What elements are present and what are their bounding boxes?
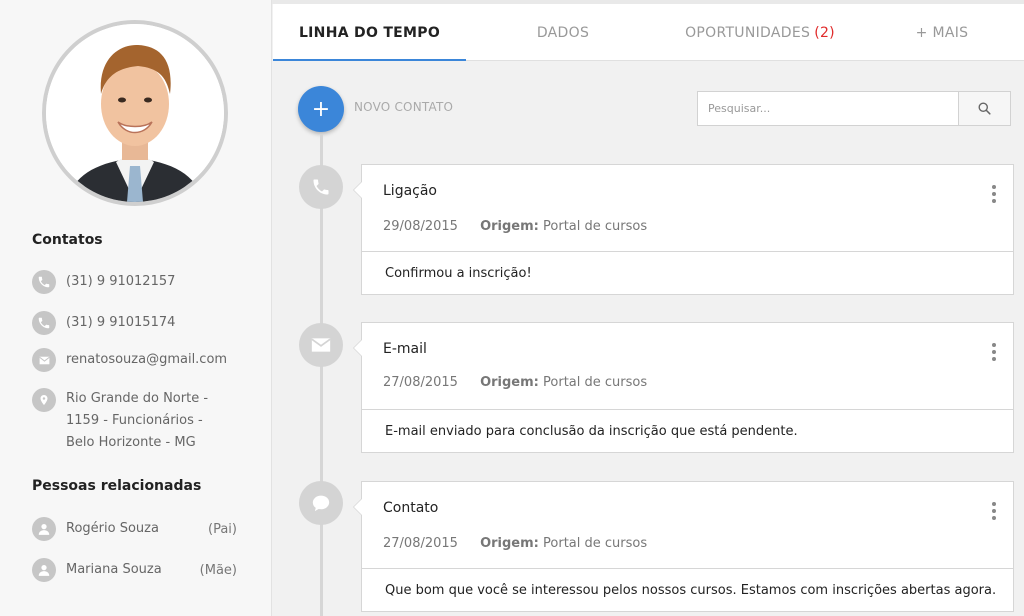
card-title: E-mail [383,341,427,357]
contact-email[interactable]: renatosouza@gmail.com [32,348,227,372]
location-pin-icon [32,388,56,412]
person-relation: (Pai) [208,521,237,537]
phone-number: (31) 9 91012157 [66,274,176,289]
timeline-chat-icon [299,481,343,525]
timeline-card: Contato 27/08/2015 Origem: Portal de cur… [353,481,1014,612]
mail-icon [32,348,56,372]
contact-address: Rio Grande do Norte - 1159 - Funcionário… [32,388,216,454]
origin-label: Origem: [480,219,539,234]
phone-number: (31) 9 91015174 [66,315,176,330]
card-note: Que bom que você se interessou pelos nos… [385,582,997,598]
person-name: Mariana Souza [66,562,162,577]
user-icon [32,558,56,582]
contact-phone-2[interactable]: (31) 9 91015174 [32,311,175,335]
card-meta: 27/08/2015 Origem: Portal de cursos [383,536,647,551]
contact-phone-1[interactable]: (31) 9 91012157 [32,270,175,294]
more-options-icon[interactable] [991,185,997,203]
tab-label: DADOS [536,24,590,41]
user-icon [32,517,56,541]
origin-value: Portal de cursos [543,219,648,234]
new-contact-label: NOVO CONTATO [354,100,454,114]
card-title: Contato [383,500,439,516]
plus-icon: + [311,96,331,122]
tab-timeline[interactable]: LINHA DO TEMPO [273,4,466,61]
card-header: Ligação 29/08/2015 Origem: Portal de cur… [362,165,1013,252]
card-meta: 29/08/2015 Origem: Portal de cursos [383,219,647,234]
origin-value: Portal de cursos [543,375,648,390]
tab-more[interactable]: + MAIS [860,4,1024,61]
card-date: 27/08/2015 [383,536,458,551]
mail-icon [311,338,331,352]
tab-opportunities[interactable]: OPORTUNIDADES (2) [660,4,860,61]
timeline-card: E-mail 27/08/2015 Origem: Portal de curs… [353,322,1014,453]
person-photo-icon [46,24,224,202]
origin-value: Portal de cursos [543,536,648,551]
search-icon [978,102,991,115]
timeline-card: Ligação 29/08/2015 Origem: Portal de cur… [353,164,1014,295]
new-contact-button[interactable]: + [298,86,344,132]
origin-label: Origem: [480,536,539,551]
origin-label: Origem: [480,375,539,390]
avatar [42,20,228,206]
tab-label: + MAIS [915,24,969,41]
person-name: Rogério Souza [66,521,159,536]
address-line-2: 1159 - Funcionários - [66,413,203,428]
active-tab-indicator [273,59,466,61]
card-date: 29/08/2015 [383,219,458,234]
address-line-1: Rio Grande do Norte - [66,391,209,406]
related-person-row[interactable]: Mariana Souza (Mãe) [32,558,237,582]
tab-label: LINHA DO TEMPO [298,24,441,41]
chat-icon [312,495,330,512]
email-address: renatosouza@gmail.com [66,352,228,367]
phone-icon [32,311,56,335]
profile-sidebar: Contatos (31) 9 91012157 (31) 9 91015174… [0,0,272,616]
card-header: Contato 27/08/2015 Origem: Portal de cur… [362,482,1013,569]
card-header: E-mail 27/08/2015 Origem: Portal de curs… [362,323,1013,410]
card-date: 27/08/2015 [383,375,458,390]
phone-icon [313,179,329,195]
search-box [697,91,1011,126]
card-note: E-mail enviado para conclusão da inscriç… [385,423,798,439]
more-options-icon[interactable] [991,502,997,520]
search-button[interactable] [958,92,1010,125]
more-options-icon[interactable] [991,343,997,361]
address-text: Rio Grande do Norte - 1159 - Funcionário… [66,388,216,454]
timeline-phone-icon [299,165,343,209]
card-meta: 27/08/2015 Origem: Portal de cursos [383,375,647,390]
search-input[interactable] [698,92,958,125]
contacts-title: Contatos [32,232,103,248]
opportunities-count-badge: (2) [814,24,835,41]
person-relation: (Mãe) [199,562,237,578]
card-title: Ligação [383,183,437,199]
tab-label: OPORTUNIDADES [685,24,811,41]
phone-icon [32,270,56,294]
address-line-3: Belo Horizonte - MG [66,435,196,450]
related-people-title: Pessoas relacionadas [32,478,202,494]
related-person-row[interactable]: Rogério Souza (Pai) [32,517,237,541]
card-note: Confirmou a inscrição! [385,265,532,281]
timeline-mail-icon [299,323,343,367]
tab-data[interactable]: DADOS [466,4,660,61]
tab-bar: LINHA DO TEMPO DADOS OPORTUNIDADES (2) +… [273,4,1024,61]
